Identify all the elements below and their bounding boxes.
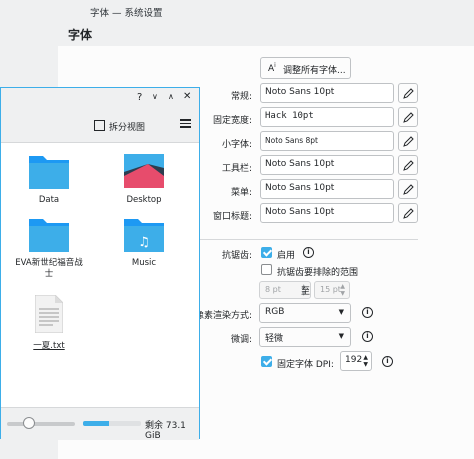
file-name: Desktop: [126, 195, 162, 205]
toolbar-font-field[interactable]: Noto Sans 10pt: [260, 155, 394, 175]
folder-icon: [29, 219, 69, 252]
dpi-label: 固定字体 DPI:: [277, 360, 334, 370]
exclude-to-value: 15 pt: [320, 285, 341, 294]
disk-usage-bar: [83, 421, 141, 426]
choose-menu-font-button[interactable]: [398, 179, 418, 199]
page-title: 字体: [68, 28, 93, 42]
zoom-slider[interactable]: [7, 422, 75, 426]
antialias-enabled-label: 启用: [277, 251, 296, 261]
adjust-all-fonts-button[interactable]: Ai 调整所有字体...: [260, 57, 351, 79]
dpi-value: 192: [345, 355, 363, 365]
help-icon[interactable]: ?: [137, 92, 142, 103]
small-font-field[interactable]: Noto Sans 8pt: [260, 131, 394, 151]
file-name: EVA新世纪福音战士: [15, 258, 83, 279]
subpixel-value: RGB: [265, 307, 285, 317]
split-view-label: 拆分视图: [109, 123, 146, 133]
file-view: Data Desktop EVA新世纪福音战士 ♫ Music 一夏.txt: [1, 143, 199, 407]
choose-toolbar-font-button[interactable]: [398, 155, 418, 175]
window-title: 字体 — 系统设置: [90, 8, 163, 19]
file-name: 一夏.txt: [33, 341, 65, 351]
exclude-from-value: 8 pt: [265, 285, 281, 294]
hinting-value: 轻微: [265, 334, 284, 344]
pencil-icon: [403, 88, 414, 99]
exclude-range-label: 抗锯齿要排除的范围: [277, 268, 359, 278]
text-file-icon: [35, 295, 63, 333]
pencil-icon: [403, 184, 414, 195]
info-icon[interactable]: i: [303, 247, 314, 258]
file-manager-toolbar: 拆分视图: [1, 110, 199, 143]
fixed-font-field[interactable]: Hack 10pt: [260, 107, 394, 127]
subpixel-combo[interactable]: RGB ▼: [259, 303, 351, 323]
title-bar: 字体 — 系统设置: [0, 0, 474, 22]
file-manager-title-bar: ? ∨ ∧ ✕: [1, 88, 199, 110]
svg-text:♫: ♫: [138, 235, 150, 250]
close-icon[interactable]: ✕: [183, 91, 191, 102]
exclude-range-checkbox[interactable]: [261, 264, 272, 275]
chevron-down-icon[interactable]: ∨: [152, 92, 158, 101]
spin-arrows-icon: ▲ ▼: [363, 354, 368, 368]
zoom-slider-handle[interactable]: [23, 417, 35, 429]
font-icon: Ai: [268, 62, 276, 74]
folder-icon: [29, 156, 69, 189]
music-folder-icon: ♫: [124, 219, 164, 252]
chevron-down-icon: ▼: [338, 308, 344, 316]
pencil-icon: [403, 112, 414, 123]
window-title-font-field[interactable]: Noto Sans 10pt: [260, 203, 394, 223]
info-icon[interactable]: i: [362, 331, 373, 342]
antialias-checkbox[interactable]: [261, 247, 272, 258]
info-icon[interactable]: i: [382, 356, 393, 367]
file-name: Music: [131, 258, 157, 268]
spin-arrows-icon: ▲ ▼: [340, 283, 345, 297]
file-item-eva[interactable]: EVA新世纪福音战士: [9, 214, 89, 284]
file-name: Data: [38, 195, 60, 205]
pencil-icon: [403, 208, 414, 219]
file-item-desktop[interactable]: Desktop: [111, 151, 177, 209]
desktop-icon: [124, 154, 164, 188]
separator: [198, 239, 418, 240]
adjust-all-label: 调整所有字体...: [283, 66, 346, 76]
choose-fixed-font-button[interactable]: [398, 107, 418, 127]
general-font-field[interactable]: Noto Sans 10pt: [260, 83, 394, 103]
file-item-music[interactable]: ♫ Music: [111, 214, 177, 272]
pencil-icon: [403, 160, 414, 171]
menu-font-field[interactable]: Noto Sans 10pt: [260, 179, 394, 199]
info-icon[interactable]: i: [362, 307, 373, 318]
chevron-up-icon[interactable]: ∧: [168, 92, 174, 101]
split-view-icon: [94, 120, 105, 131]
split-view-button[interactable]: 拆分视图: [93, 118, 153, 134]
exclude-to-spinbox[interactable]: 15 pt ▲ ▼: [314, 281, 350, 299]
hinting-combo[interactable]: 轻微 ▼: [259, 327, 351, 347]
status-bar: 剩余 73.1 GiB: [1, 407, 199, 441]
choose-window-title-font-button[interactable]: [398, 203, 418, 223]
dpi-spinbox[interactable]: 192 ▲ ▼: [340, 351, 372, 371]
choose-small-font-button[interactable]: [398, 131, 418, 151]
pencil-icon: [403, 136, 414, 147]
hamburger-menu-icon[interactable]: [180, 119, 191, 128]
choose-general-font-button[interactable]: [398, 83, 418, 103]
file-item-text[interactable]: 一夏.txt: [17, 293, 81, 351]
file-item-data[interactable]: Data: [17, 151, 81, 209]
page-header: 字体: [0, 22, 474, 47]
free-space-label: 剩余 73.1 GiB: [145, 421, 186, 441]
to-label: 至: [301, 287, 311, 297]
chevron-down-icon: ▼: [338, 332, 344, 340]
file-manager-window: ? ∨ ∧ ✕ 拆分视图 Data Desktop EVA新世纪福音战士 ♫ M…: [0, 87, 200, 441]
dpi-checkbox[interactable]: [261, 356, 272, 367]
